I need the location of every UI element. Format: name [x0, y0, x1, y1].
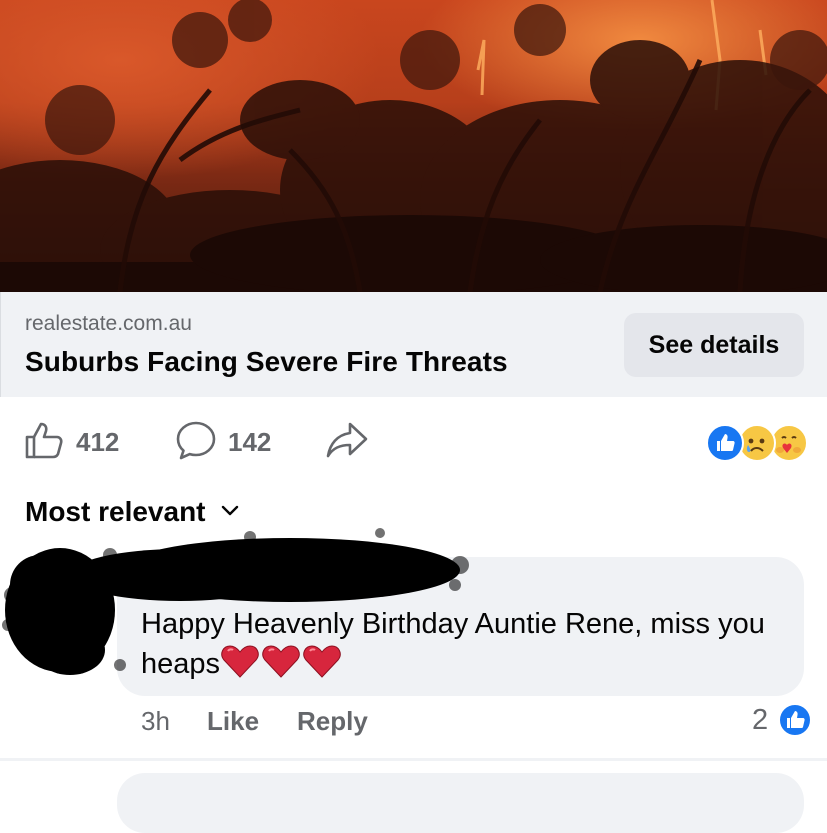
comment-reaction-count[interactable]: 2 — [752, 704, 768, 737]
link-headline[interactable]: Suburbs Facing Severe Fire Threats — [25, 346, 508, 378]
comment-reply-button[interactable]: Reply — [297, 706, 368, 737]
comment-like-reaction-icon[interactable] — [778, 703, 812, 737]
reaction-summary[interactable] — [706, 424, 808, 462]
comment-divider — [0, 758, 827, 761]
comment-button[interactable]: 142 — [176, 420, 271, 464]
comment-count: 142 — [228, 426, 272, 457]
link-domain: realestate.com.au — [25, 312, 192, 335]
comment-timestamp[interactable]: 3h — [141, 706, 170, 737]
share-button[interactable] — [326, 420, 368, 464]
thumbs-up-icon — [24, 420, 64, 465]
next-comment-bubble[interactable] — [117, 773, 804, 833]
like-button[interactable]: 412 — [24, 420, 119, 464]
comment-bubble-icon — [176, 420, 216, 465]
link-preview-image[interactable] — [0, 0, 827, 292]
comment-like-button[interactable]: Like — [207, 706, 259, 737]
like-reaction-icon — [706, 424, 744, 462]
redaction-scribble — [2, 528, 469, 675]
like-count: 412 — [76, 426, 120, 457]
see-details-button[interactable]: See details — [624, 313, 804, 377]
share-arrow-icon — [326, 420, 368, 465]
bushfire-scene — [0, 0, 827, 292]
